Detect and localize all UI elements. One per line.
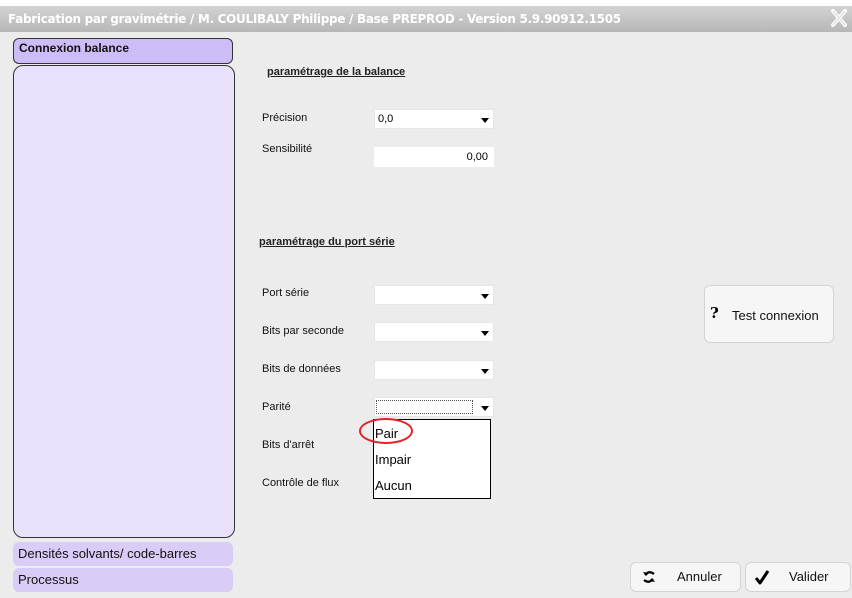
- app-window: Fabrication par gravimétrie / M. COULIBA…: [0, 6, 852, 598]
- precision-value: 0,0: [378, 113, 394, 125]
- undo-icon: [643, 571, 655, 583]
- sidebar-item-connexion-balance[interactable]: Connexion balance: [13, 38, 233, 64]
- sidebar-item-label: Processus: [18, 572, 79, 587]
- parity-option-aucun[interactable]: Aucun: [375, 478, 412, 493]
- baud-label: Bits par seconde: [262, 325, 344, 337]
- close-icon[interactable]: [828, 7, 850, 29]
- validate-label: Valider: [789, 569, 829, 584]
- parity-label: Parité: [262, 401, 291, 413]
- sensitivity-label: Sensibilité: [262, 143, 313, 155]
- port-label: Port série: [262, 287, 310, 299]
- scale-section-heading: paramétrage de la balance: [267, 66, 406, 78]
- cancel-label: Annuler: [677, 569, 722, 584]
- port-select[interactable]: [374, 285, 494, 305]
- test-connexion-button[interactable]: ? Test connexion: [705, 286, 833, 342]
- stop-bits-label: Bits d'arrêt: [262, 439, 315, 451]
- parity-select[interactable]: [374, 397, 494, 417]
- chevron-down-icon[interactable]: [481, 331, 489, 336]
- data-bits-select[interactable]: [374, 360, 494, 380]
- chevron-down-icon[interactable]: [481, 118, 489, 123]
- data-bits-label: Bits de données: [262, 363, 341, 375]
- serial-section-heading: paramétrage du port série: [259, 236, 395, 248]
- flow-control-label: Contrôle de flux: [262, 477, 340, 489]
- sensitivity-field[interactable]: 0,00: [374, 147, 494, 167]
- sidebar-item-processus[interactable]: Processus: [13, 568, 233, 592]
- precision-label: Précision: [262, 112, 308, 124]
- highlight-circle: [359, 418, 413, 444]
- svg-text:?: ?: [710, 305, 719, 321]
- sensitivity-value: 0,00: [466, 151, 488, 163]
- sidebar-item-label: Connexion balance: [19, 41, 130, 55]
- chevron-down-icon[interactable]: [481, 369, 489, 374]
- chevron-down-icon[interactable]: [481, 406, 489, 411]
- sidebar-item-label: Densités solvants/ code-barres: [18, 546, 197, 561]
- parity-option-impair[interactable]: Impair: [375, 452, 411, 467]
- test-connexion-label: Test connexion: [732, 308, 819, 323]
- title-bar: Fabrication par gravimétrie / M. COULIBA…: [0, 6, 852, 32]
- sidebar-item-densites[interactable]: Densités solvants/ code-barres: [13, 542, 233, 566]
- sidebar-panel: [13, 65, 235, 538]
- question-icon: ?: [710, 305, 719, 321]
- window-title: Fabrication par gravimétrie / M. COULIBA…: [8, 12, 621, 26]
- chevron-down-icon[interactable]: [481, 294, 489, 299]
- focus-outline: [376, 400, 473, 414]
- baud-select[interactable]: [374, 322, 494, 342]
- validate-button[interactable]: Valider: [746, 563, 850, 591]
- cancel-button[interactable]: Annuler: [631, 563, 740, 591]
- precision-select[interactable]: 0,0: [374, 109, 494, 129]
- checkmark-icon: [754, 570, 770, 585]
